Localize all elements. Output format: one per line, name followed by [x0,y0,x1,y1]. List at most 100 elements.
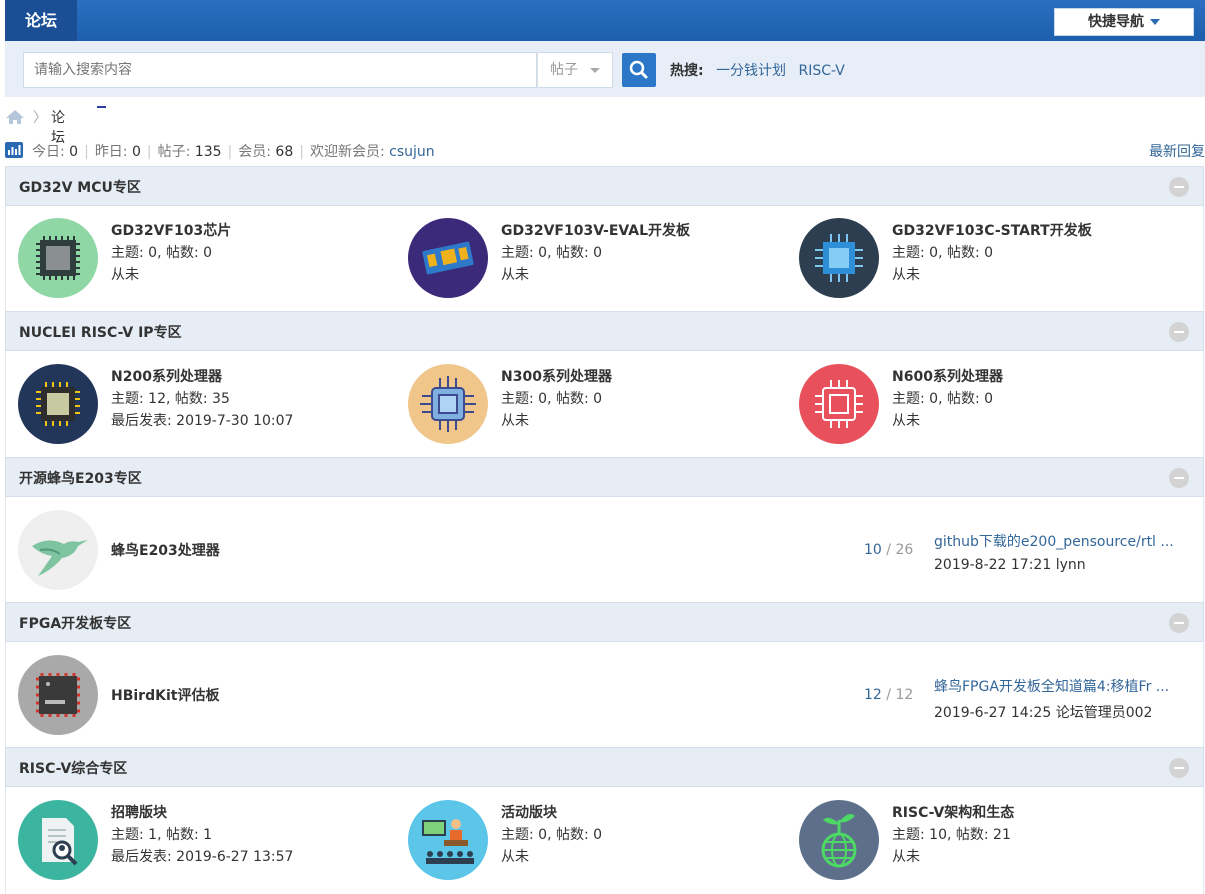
forum-last-post: 最后发表: 2019-7-30 10:07 [111,413,294,429]
last-post: 蜂鸟FPGA开发板全知道篇4:移植Fr ... 2019-6-27 14:25 … [934,676,1169,722]
stat-newmember-label: 欢迎新会员: [309,144,385,160]
section-header: 开源蜂鸟E203专区 [5,457,1204,497]
search-type-select[interactable]: 帖子 [537,52,613,88]
section-body: N200系列处理器 主题: 12, 帖数: 35 最后发表: 2019-7-30… [5,351,1204,457]
forum-name[interactable]: 蜂鸟E203处理器 [111,540,220,560]
hot-search-link[interactable]: 一分钱计划 [716,63,786,79]
stat-yesterday-value: 0 [131,144,141,160]
chevron-down-icon [590,68,600,73]
search-icon [629,60,648,79]
search-type-label: 帖子 [550,62,578,78]
top-nav-bar: 论坛 快捷导航 [5,0,1205,41]
hot-search-label: 热搜: [670,63,704,79]
stat-today-value: 0 [69,144,79,160]
section-header: NUCLEI RISC-V IP专区 [5,311,1204,351]
dev-board-icon[interactable] [408,218,488,298]
forum-stats-line: 主题: 1, 帖数: 1 [111,827,213,843]
presentation-icon[interactable] [408,800,488,880]
forum-tab[interactable]: 论坛 [5,0,77,41]
forum-last-post: 从未 [501,849,529,865]
forum-counts: 12 / 12 [864,687,914,703]
section-title[interactable]: 开源蜂鸟E203专区 [19,468,142,488]
forum-name[interactable]: 活动版块 [501,802,557,822]
forum-stats-line: 主题: 0, 帖数: 0 [111,245,213,261]
collapse-icon[interactable] [1169,613,1189,633]
home-icon[interactable] [5,109,25,125]
last-post: github下载的e200_pensource/rtl ... 2019-8-2… [934,531,1174,573]
stat-members-value: 68 [275,144,294,160]
quick-nav-label: 快捷导航 [1088,14,1144,30]
post-count: 26 [895,542,914,558]
breadcrumb-separator: 〉 [33,110,47,126]
section-body: GD32VF103芯片 主题: 0, 帖数: 0 从未 GD32VF103V-E… [5,206,1204,311]
forum-name[interactable]: GD32VF103C-START开发板 [892,220,1092,240]
stat-members-label: 会员: [238,144,271,160]
post-count: 12 [895,687,914,703]
forum-name[interactable]: 招聘版块 [111,802,167,822]
stat-posts-label: 帖子: [157,144,191,160]
processor-icon[interactable] [18,364,98,444]
forum-last-post: 从未 [892,267,920,283]
search-button[interactable] [622,53,656,87]
topic-count: 12 [864,687,882,703]
section-header: FPGA开发板专区 [5,602,1204,642]
section-header: GD32V MCU专区 [5,166,1204,206]
globe-sprout-icon[interactable] [799,800,879,880]
section-header: RISC-V综合专区 [5,747,1204,787]
circuit-chip-icon[interactable] [408,364,488,444]
section-title[interactable]: FPGA开发板专区 [19,613,131,633]
collapse-icon[interactable] [1169,322,1189,342]
last-post-meta: 2019-8-22 17:21 lynn [934,557,1086,573]
latest-replies-link[interactable]: 最新回复 [1149,141,1205,161]
search-input[interactable] [23,52,537,88]
forum-counts: 10 / 26 [864,542,914,558]
section-title[interactable]: NUCLEI RISC-V IP专区 [19,322,182,342]
forum-last-post: 从未 [892,849,920,865]
forum-last-post: 从未 [892,413,920,429]
forum-name[interactable]: GD32VF103芯片 [111,220,231,240]
fpga-board-icon[interactable] [18,655,98,735]
resume-search-icon[interactable] [18,800,98,880]
forum-stats-line: 主题: 10, 帖数: 21 [892,827,1011,843]
forum-stats-line: 主题: 12, 帖数: 35 [111,391,230,407]
stat-today-label: 今日: [32,144,65,160]
forum-last-post: 从未 [501,267,529,283]
topic-count: 10 [864,542,882,558]
forum-last-post: 从未 [501,413,529,429]
last-post-title[interactable]: 蜂鸟FPGA开发板全知道篇4:移植Fr ... [934,676,1169,696]
section-title[interactable]: RISC-V综合专区 [19,758,127,778]
forum-name[interactable]: N300系列处理器 [501,366,612,386]
forum-stats-line: 主题: 0, 帖数: 0 [501,827,603,843]
collapse-icon[interactable] [1169,468,1189,488]
forum-name[interactable]: N600系列处理器 [892,366,1003,386]
collapse-icon[interactable] [1169,758,1189,778]
quick-nav-button[interactable]: 快捷导航 [1054,8,1194,36]
hot-search-link[interactable]: RISC-V [799,63,845,79]
forum-name[interactable]: HBirdKit评估板 [111,685,219,705]
forum-stats-line: 主题: 0, 帖数: 0 [892,391,994,407]
new-member-link[interactable]: csujun [389,144,435,160]
chip-icon[interactable] [18,218,98,298]
outline-chip-icon[interactable] [799,364,879,444]
stat-yesterday-label: 昨日: [94,144,128,160]
section-title[interactable]: GD32V MCU专区 [19,177,141,197]
last-post-title[interactable]: github下载的e200_pensource/rtl ... [934,531,1174,551]
forum-stats: 今日: 0 | 昨日: 0 | 帖子: 135 | 会员: 68 | 欢迎新会员: csujun… [5,141,1205,161]
forum-name[interactable]: N200系列处理器 [111,366,222,386]
forum-last-post: 从未 [111,267,139,283]
hot-search: 热搜: 一分钱计划 RISC-V [670,60,853,80]
collapse-icon[interactable] [1169,177,1189,197]
caret-down-icon [1150,19,1160,25]
hummingbird-icon[interactable] [18,510,98,590]
section-body: HBirdKit评估板 12 / 12 蜂鸟FPGA开发板全知道篇4:移植Fr … [5,642,1204,747]
last-post-meta: 2019-6-27 14:25 论坛管理员002 [934,705,1153,721]
forum-name[interactable]: GD32VF103V-EVAL开发板 [501,220,690,240]
forum-name[interactable]: RISC-V架构和生态 [892,802,1014,822]
forum-stats-line: 主题: 0, 帖数: 0 [501,245,603,261]
forum-stats-line: 主题: 0, 帖数: 0 [892,245,994,261]
section-body: 蜂鸟E203处理器 10 / 26 github下载的e200_pensourc… [5,497,1204,602]
cpu-icon[interactable] [799,218,879,298]
forum-last-post: 最后发表: 2019-6-27 13:57 [111,849,294,865]
stat-posts-value: 135 [194,144,222,160]
section-body: 招聘版块 主题: 1, 帖数: 1 最后发表: 2019-6-27 13:57 … [5,787,1204,894]
